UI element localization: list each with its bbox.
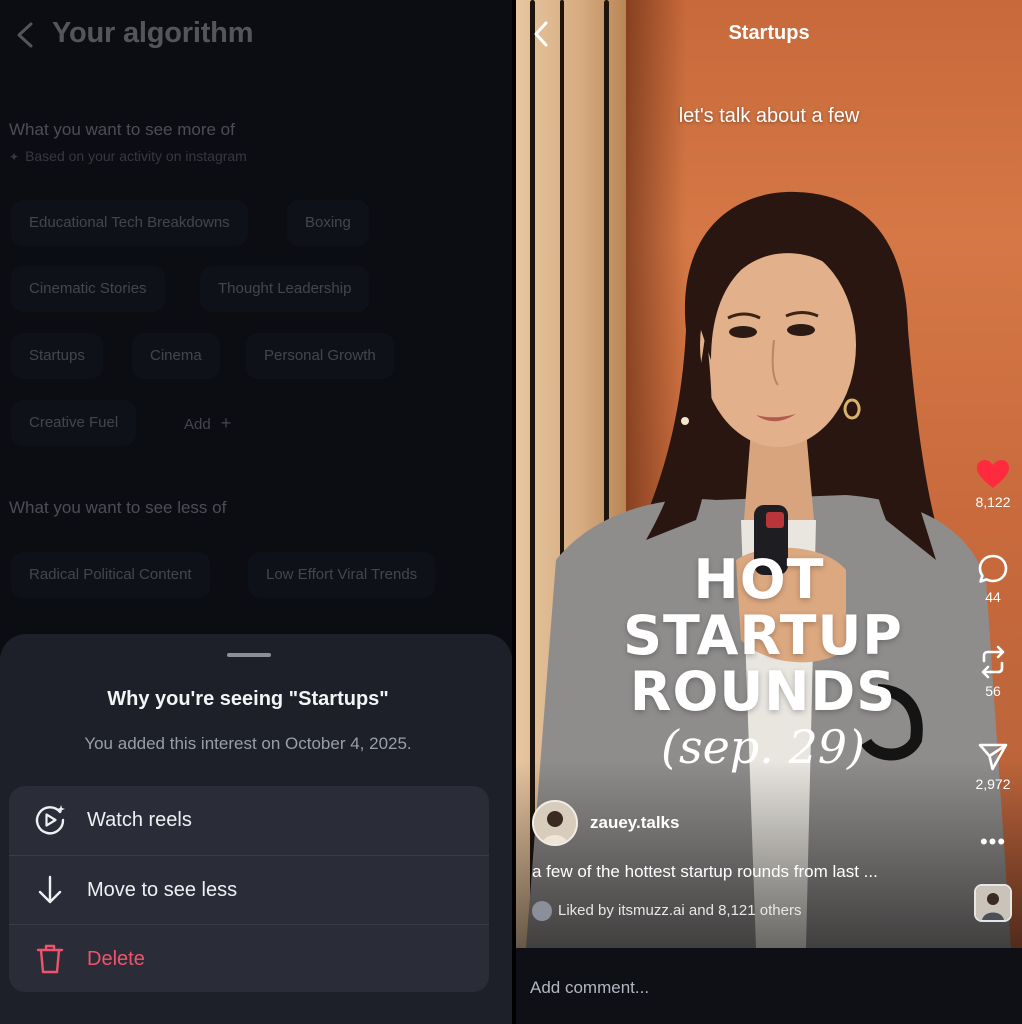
author-username[interactable]: zauey.talks: [590, 813, 679, 833]
send-icon: [978, 743, 1008, 771]
page-title: Your algorithm: [52, 17, 254, 49]
back-chevron-icon[interactable]: [12, 20, 38, 50]
reel-description[interactable]: a few of the hottest startup rounds from…: [532, 862, 878, 882]
delete-label: Delete: [87, 948, 145, 970]
section-title-less: What you want to see less of: [9, 498, 227, 517]
interest-chip[interactable]: Boxing: [287, 200, 369, 246]
your-algorithm-screen: Your algorithm What you want to see more…: [0, 0, 512, 1024]
watch-reels-button[interactable]: Watch reels: [9, 786, 489, 855]
repost-icon: [981, 645, 1005, 679]
reel-topic-title: Startups: [728, 22, 810, 44]
overlay-text-line: HOT: [693, 548, 825, 611]
subtitle-text: Based on your activity on instagram: [25, 148, 247, 164]
interest-chip[interactable]: Low Effort Viral Trends: [248, 552, 436, 598]
comment-bar: Add comment...: [516, 948, 1022, 1024]
repost-count: 56: [985, 683, 1001, 699]
trash-icon: [36, 944, 64, 974]
comment-button[interactable]: 44: [968, 553, 1018, 605]
more-options-icon[interactable]: •••: [968, 831, 1018, 853]
delete-button[interactable]: Delete: [9, 924, 489, 992]
comment-input[interactable]: Add comment...: [530, 978, 649, 998]
overlay-date: (sep. 29): [661, 720, 865, 774]
heart-icon: [977, 460, 1009, 488]
comment-icon: [978, 554, 1008, 583]
play-circle-icon: [35, 805, 65, 835]
liked-by-text: Liked by itsmuzz.ai and 8,121 others: [558, 901, 802, 919]
repost-button[interactable]: 56: [968, 645, 1018, 699]
avatar-image: [534, 802, 576, 844]
audio-avatar-image: [976, 886, 1010, 920]
audio-thumbnail[interactable]: [974, 884, 1012, 922]
interest-chip[interactable]: Startups: [11, 333, 103, 379]
share-button[interactable]: 2,972: [968, 742, 1018, 792]
interest-chip[interactable]: Educational Tech Breakdowns: [11, 200, 248, 246]
add-label: Add: [184, 416, 211, 433]
section-subtitle-more: ✦ Based on your activity on instagram: [9, 148, 247, 164]
interest-chip[interactable]: Creative Fuel: [11, 400, 137, 446]
interest-chip[interactable]: Thought Leadership: [200, 266, 370, 312]
sheet-grab-handle[interactable]: [227, 653, 271, 657]
interest-chip[interactable]: Cinematic Stories: [11, 266, 165, 312]
like-button[interactable]: 8,122: [968, 458, 1018, 510]
video-caption: let's talk about a few: [678, 105, 860, 127]
bottom-sheet: Why you're seeing "Startups" You added t…: [0, 634, 512, 1024]
reel-viewer: Startups let's talk about a few HOT STAR…: [516, 0, 1022, 1024]
watch-reels-label: Watch reels: [87, 809, 192, 831]
interest-chip[interactable]: Cinema: [132, 333, 220, 379]
sheet-subtitle: You added this interest on October 4, 20…: [84, 734, 412, 753]
sheet-menu: Watch reels Move to see less Delete: [9, 786, 489, 992]
section-title-more: What you want to see more of: [9, 120, 235, 139]
share-count: 2,972: [975, 776, 1011, 792]
header: Your algorithm: [0, 0, 512, 72]
interest-chip[interactable]: Radical Political Content: [11, 552, 210, 598]
sheet-title: Why you're seeing "Startups": [107, 688, 389, 710]
liker-avatar: [532, 901, 552, 921]
plus-icon: +: [220, 413, 232, 433]
like-count: 8,122: [975, 494, 1011, 510]
sparkle-icon: ✦: [9, 150, 20, 164]
liked-by[interactable]: Liked by itsmuzz.ai and 8,121 others: [532, 901, 801, 921]
arrow-down-icon: [38, 875, 62, 904]
overlay-text-line: STARTUP: [623, 604, 903, 667]
add-interest-button[interactable]: Add +: [184, 400, 231, 446]
overlay-text-line: ROUNDS: [629, 660, 897, 723]
comment-count: 44: [985, 589, 1001, 605]
reel-video[interactable]: Startups let's talk about a few HOT STAR…: [516, 0, 1022, 948]
interest-chip[interactable]: Personal Growth: [246, 333, 394, 379]
move-to-see-less-label: Move to see less: [87, 879, 238, 901]
avatar[interactable]: [532, 800, 578, 846]
move-to-see-less-button[interactable]: Move to see less: [9, 855, 489, 924]
